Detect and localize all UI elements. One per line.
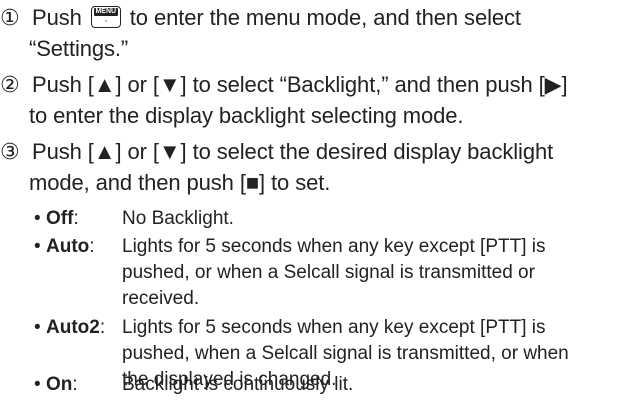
option-term: Off — [46, 208, 74, 229]
step-text: to enter the display backlight selecting… — [29, 103, 464, 128]
step-text: Push — [32, 5, 82, 30]
instruction-page: ① Push MENU ◦ to enter the menu mode, an… — [0, 0, 630, 400]
step-2: ② Push [▲] or [▼] to select “Backlight,”… — [0, 69, 628, 131]
step-number: ③ — [0, 139, 20, 164]
step-text: mode, and then push [■] to set. — [29, 170, 331, 195]
bullet-icon: • — [34, 236, 41, 257]
option-description: pushed, or when a Selcall signal is tran… — [122, 262, 535, 283]
step-text: “Settings.” — [29, 36, 129, 61]
option-description: received. — [122, 288, 200, 309]
option-description: pushed, when a Selcall signal is transmi… — [122, 343, 569, 364]
menu-key-label: MENU — [93, 8, 118, 16]
bullet-icon: • — [34, 317, 41, 338]
step-1: ① Push MENU ◦ to enter the menu mode, an… — [0, 2, 628, 64]
option-term: On — [46, 374, 73, 395]
step-number: ② — [0, 72, 20, 97]
option-term: Auto — [46, 236, 90, 257]
option-description: Lights for 5 seconds when any key except… — [122, 317, 546, 338]
option-term: Auto2 — [46, 317, 100, 338]
step-3: ③ Push [▲] or [▼] to select the desired … — [0, 136, 628, 198]
option-description: Lights for 5 seconds when any key except… — [122, 236, 546, 257]
step-text: to enter the menu mode, and then select — [129, 5, 521, 30]
bullet-icon: • — [34, 374, 41, 395]
step-number: ① — [0, 5, 20, 30]
option-description: No Backlight. — [122, 208, 234, 229]
bullet-icon: • — [34, 208, 41, 229]
menu-key-symbol: ◦ — [104, 18, 107, 25]
menu-key-icon: MENU ◦ — [90, 6, 121, 28]
option-description: Backlight is continuously lit. — [122, 374, 354, 395]
step-text: Push [▲] or [▼] to select “Backlight,” a… — [32, 72, 568, 97]
step-text: Push [▲] or [▼] to select the desired di… — [32, 139, 554, 164]
